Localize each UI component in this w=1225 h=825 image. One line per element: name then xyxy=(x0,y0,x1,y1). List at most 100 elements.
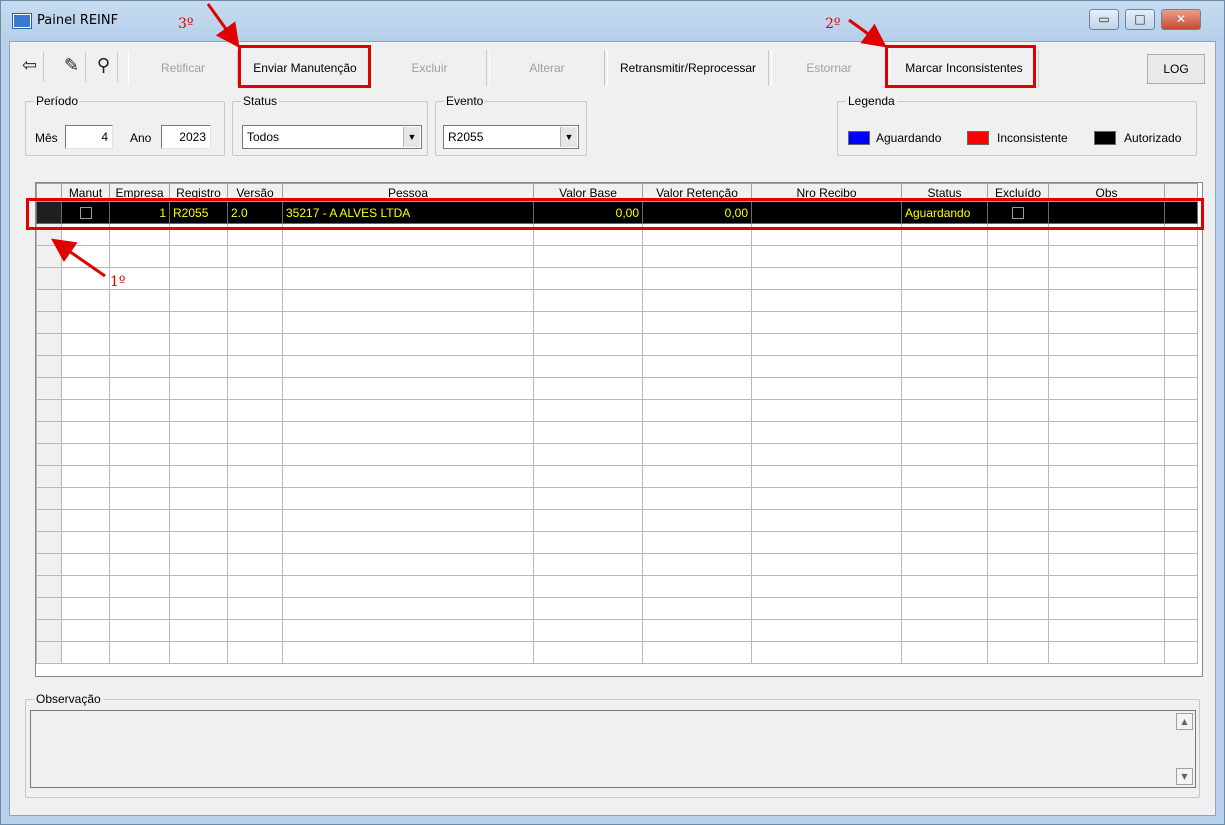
empty-cell[interactable] xyxy=(642,245,752,268)
empty-cell[interactable] xyxy=(109,619,170,642)
row-indicator[interactable] xyxy=(36,223,62,246)
empty-cell[interactable] xyxy=(1048,509,1165,532)
empty-cell[interactable] xyxy=(642,575,752,598)
empty-cell[interactable] xyxy=(109,465,170,488)
empty-cell[interactable] xyxy=(227,487,283,510)
empty-cell[interactable] xyxy=(61,487,110,510)
empty-cell[interactable] xyxy=(1048,355,1165,378)
header-valor-retencao[interactable]: Valor Retenção xyxy=(642,183,752,202)
empty-cell[interactable] xyxy=(642,377,752,400)
empty-cell[interactable] xyxy=(61,553,110,576)
empty-cell[interactable] xyxy=(227,289,283,312)
empty-cell[interactable] xyxy=(169,575,228,598)
empty-cell[interactable] xyxy=(987,597,1049,620)
valor-retencao-cell[interactable]: 0,00 xyxy=(642,201,752,224)
empty-cell[interactable] xyxy=(533,553,643,576)
empty-cell[interactable] xyxy=(642,289,752,312)
chevron-down-icon[interactable]: ▼ xyxy=(560,127,577,147)
empty-cell[interactable] xyxy=(987,333,1049,356)
empty-cell[interactable] xyxy=(642,553,752,576)
minimize-button[interactable]: ▭ xyxy=(1089,9,1119,30)
empty-cell[interactable] xyxy=(533,355,643,378)
empty-table-row[interactable] xyxy=(36,223,1198,246)
empty-cell[interactable] xyxy=(751,399,902,422)
row-indicator[interactable] xyxy=(36,619,62,642)
empty-cell[interactable] xyxy=(61,421,110,444)
row-indicator[interactable] xyxy=(36,421,62,444)
empty-cell[interactable] xyxy=(169,267,228,290)
header-manut[interactable]: Manut xyxy=(61,183,110,202)
empty-cell[interactable] xyxy=(1048,289,1165,312)
empty-cell[interactable] xyxy=(1164,399,1198,422)
empty-cell[interactable] xyxy=(751,421,902,444)
marcar-inconsistentes-button[interactable]: Marcar Inconsistentes xyxy=(889,50,1039,86)
row-indicator[interactable] xyxy=(36,465,62,488)
retransmitir-reprocessar-button[interactable]: Retransmitir/Reprocessar xyxy=(607,50,769,86)
empty-cell[interactable] xyxy=(61,289,110,312)
empty-cell[interactable] xyxy=(169,421,228,444)
empty-cell[interactable] xyxy=(901,245,988,268)
empty-cell[interactable] xyxy=(642,531,752,554)
empty-cell[interactable] xyxy=(1048,619,1165,642)
empty-cell[interactable] xyxy=(1164,355,1198,378)
empty-cell[interactable] xyxy=(901,267,988,290)
empty-cell[interactable] xyxy=(533,399,643,422)
empty-cell[interactable] xyxy=(987,289,1049,312)
empty-cell[interactable] xyxy=(901,311,988,334)
empty-cell[interactable] xyxy=(282,509,534,532)
binoculars-icon[interactable]: ⚲ xyxy=(90,52,118,82)
empty-cell[interactable] xyxy=(61,575,110,598)
row-indicator[interactable] xyxy=(36,509,62,532)
alterar-button[interactable]: Alterar xyxy=(489,50,605,86)
empresa-cell[interactable]: 1 xyxy=(109,201,170,224)
empty-cell[interactable] xyxy=(282,421,534,444)
empty-cell[interactable] xyxy=(169,619,228,642)
empty-cell[interactable] xyxy=(1048,443,1165,466)
empty-cell[interactable] xyxy=(1048,487,1165,510)
empty-cell[interactable] xyxy=(1048,553,1165,576)
empty-cell[interactable] xyxy=(533,509,643,532)
empty-cell[interactable] xyxy=(642,509,752,532)
empty-cell[interactable] xyxy=(282,465,534,488)
empty-cell[interactable] xyxy=(901,377,988,400)
empty-cell[interactable] xyxy=(987,443,1049,466)
empty-cell[interactable] xyxy=(533,641,643,664)
empty-cell[interactable] xyxy=(1164,553,1198,576)
empty-cell[interactable] xyxy=(987,245,1049,268)
empty-cell[interactable] xyxy=(227,267,283,290)
empty-cell[interactable] xyxy=(1048,333,1165,356)
empty-cell[interactable] xyxy=(227,509,283,532)
empty-cell[interactable] xyxy=(1048,465,1165,488)
empty-cell[interactable] xyxy=(227,311,283,334)
empty-cell[interactable] xyxy=(533,289,643,312)
empty-cell[interactable] xyxy=(109,597,170,620)
empty-cell[interactable] xyxy=(642,487,752,510)
empty-cell[interactable] xyxy=(987,399,1049,422)
empty-cell[interactable] xyxy=(282,377,534,400)
empty-cell[interactable] xyxy=(169,487,228,510)
empty-cell[interactable] xyxy=(901,509,988,532)
observacao-scrollbar[interactable]: ▲ ▼ xyxy=(1176,713,1193,785)
row-indicator[interactable] xyxy=(36,399,62,422)
empty-cell[interactable] xyxy=(533,531,643,554)
empty-cell[interactable] xyxy=(987,223,1049,246)
registro-cell[interactable]: R2055 xyxy=(169,201,228,224)
empty-cell[interactable] xyxy=(1164,597,1198,620)
empty-cell[interactable] xyxy=(901,641,988,664)
empty-cell[interactable] xyxy=(533,487,643,510)
empty-table-row[interactable] xyxy=(36,509,1198,532)
evento-select[interactable]: R2055 ▼ xyxy=(443,125,579,149)
row-indicator[interactable] xyxy=(36,377,62,400)
empty-cell[interactable] xyxy=(987,487,1049,510)
empty-cell[interactable] xyxy=(751,289,902,312)
empty-cell[interactable] xyxy=(1164,421,1198,444)
row-indicator[interactable] xyxy=(36,487,62,510)
reinf-grid[interactable]: Manut Empresa Registro Versão Pessoa Val… xyxy=(35,182,1203,677)
empty-cell[interactable] xyxy=(282,223,534,246)
empty-table-row[interactable] xyxy=(36,443,1198,466)
empty-cell[interactable] xyxy=(987,641,1049,664)
exit-icon[interactable]: ⇦ xyxy=(16,52,44,82)
empty-cell[interactable] xyxy=(533,575,643,598)
empty-cell[interactable] xyxy=(109,531,170,554)
empty-cell[interactable] xyxy=(533,597,643,620)
